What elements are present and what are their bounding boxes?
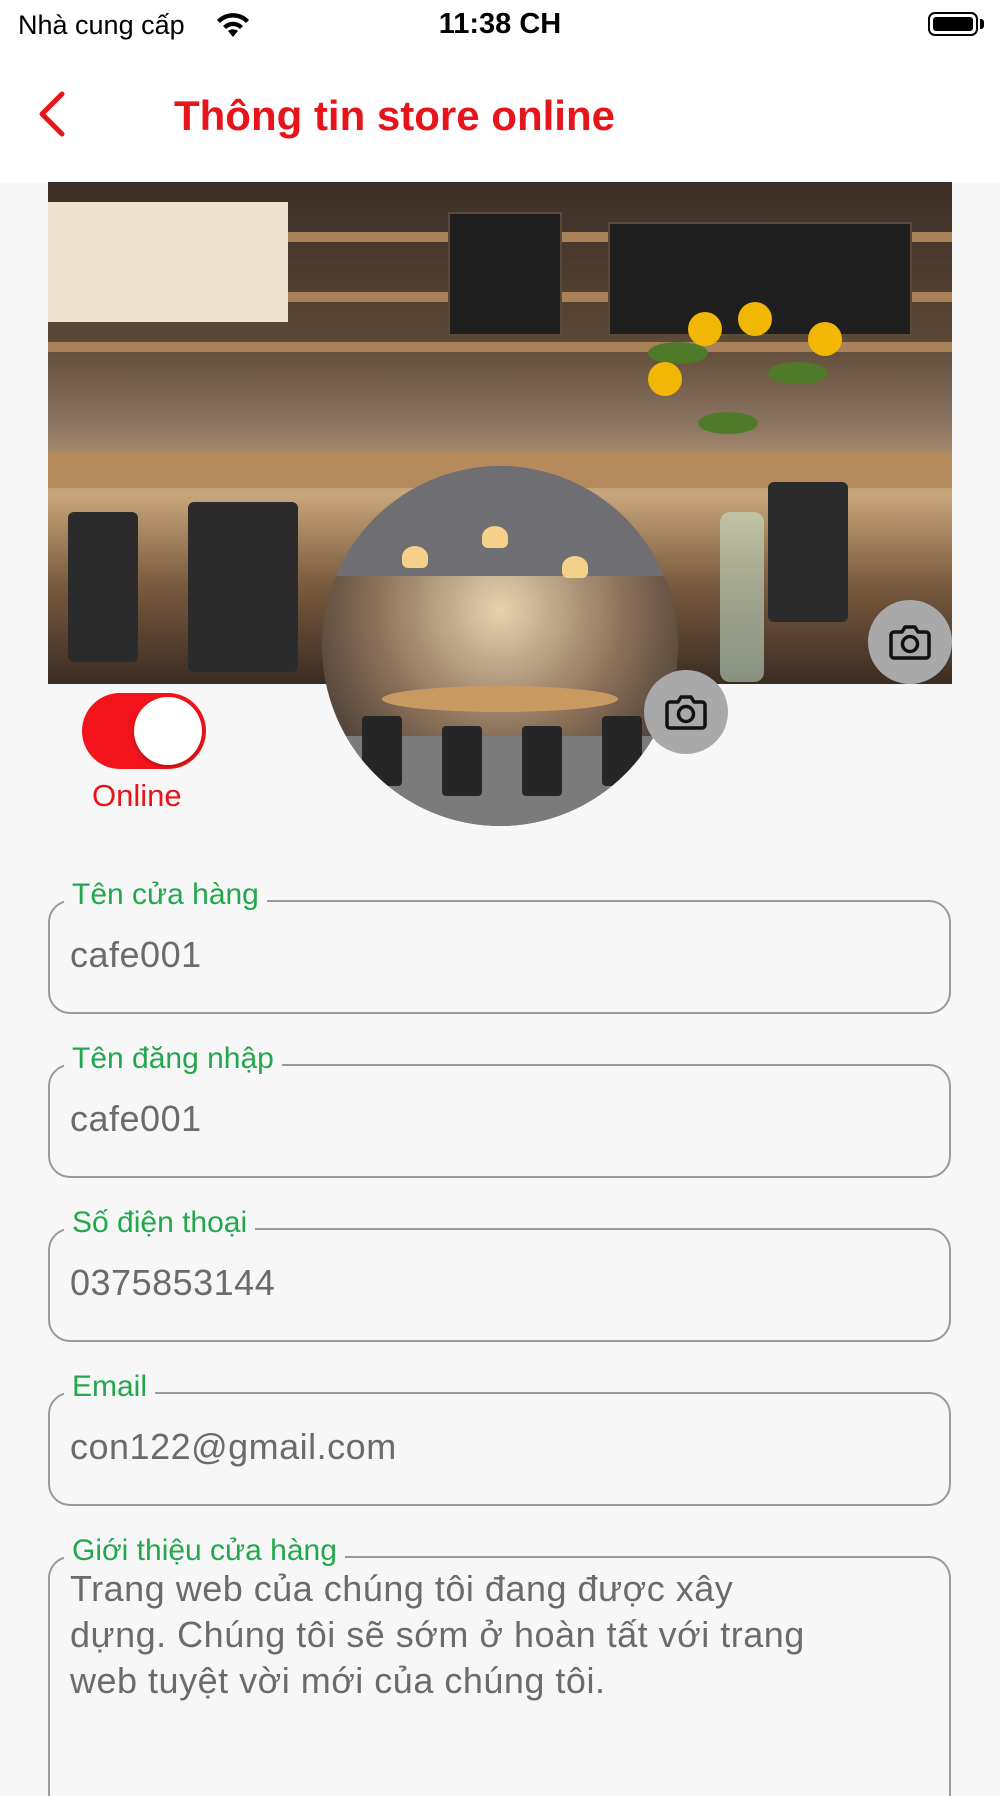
email-label: Email: [64, 1370, 156, 1404]
battery-tip: [980, 19, 984, 29]
cover-flower: [688, 312, 722, 346]
phone-label: Số điện thoại: [64, 1206, 256, 1240]
avatar-chair: [602, 716, 642, 786]
cover-chair: [68, 512, 138, 662]
store-description-value: Trang web của chúng tôi đang được xây dự…: [70, 1568, 805, 1701]
change-avatar-button[interactable]: [644, 670, 728, 754]
online-status-label: Online: [92, 778, 182, 813]
store-description-label: Giới thiệu cửa hàng: [64, 1534, 345, 1568]
page-title: Thông tin store online: [174, 92, 615, 139]
avatar-ceiling: [322, 466, 678, 576]
store-avatar[interactable]: [322, 466, 678, 826]
battery-icon: [928, 12, 978, 36]
cover-flower: [738, 302, 772, 336]
avatar-lamp: [562, 556, 588, 578]
avatar-chair: [522, 726, 562, 796]
username-label: Tên đăng nhập: [64, 1042, 282, 1076]
avatar-chair: [362, 716, 402, 786]
cover-chair: [188, 502, 298, 672]
status-bar: Nhà cung cấp 11:38 CH: [0, 0, 1000, 52]
avatar-lamp: [482, 526, 508, 548]
change-cover-button[interactable]: [868, 600, 952, 684]
cover-vase: [720, 512, 764, 682]
store-description-field[interactable]: Giới thiệu cửa hàng Trang web của chúng …: [48, 1534, 951, 1796]
avatar-lamp: [402, 546, 428, 568]
camera-icon: [665, 695, 707, 730]
cover-flower: [648, 362, 682, 396]
store-name-value: cafe001: [70, 934, 202, 975]
status-time: 11:38 CH: [438, 8, 562, 40]
cover-poster: [48, 202, 288, 322]
cover-leaf: [648, 342, 708, 364]
cover-flower: [808, 322, 842, 356]
online-toggle[interactable]: [82, 693, 206, 769]
store-name-label: Tên cửa hàng: [64, 878, 267, 912]
phone-value: 0375853144: [70, 1262, 276, 1303]
cover-menu-board: [448, 212, 562, 336]
back-button[interactable]: [28, 86, 84, 142]
avatar-table: [382, 686, 618, 712]
store-name-field[interactable]: Tên cửa hàng cafe001: [48, 878, 951, 1014]
email-value: con122@gmail.com: [70, 1426, 397, 1467]
cover-leaf: [768, 362, 828, 384]
email-field[interactable]: Email con122@gmail.com: [48, 1370, 951, 1506]
cover-leaf: [698, 412, 758, 434]
avatar-chair: [442, 726, 482, 796]
phone-field[interactable]: Số điện thoại 0375853144: [48, 1206, 951, 1342]
camera-icon: [889, 625, 931, 660]
nav-bar: Thông tin store online: [0, 52, 1000, 182]
username-value: cafe001: [70, 1098, 202, 1139]
username-field[interactable]: Tên đăng nhập cafe001: [48, 1042, 951, 1178]
chevron-left-icon: [39, 91, 65, 137]
cover-chair: [768, 482, 848, 622]
toggle-knob: [134, 697, 202, 765]
